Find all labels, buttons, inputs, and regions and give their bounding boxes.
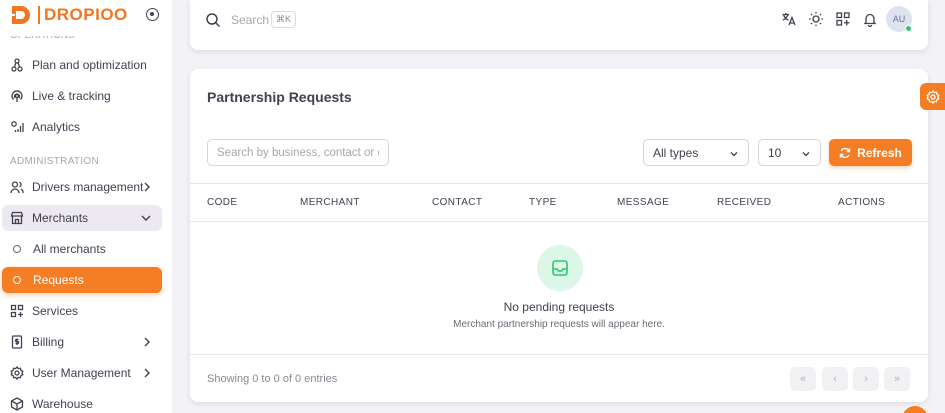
- empty-state-title: No pending requests: [503, 300, 615, 314]
- search-shortcut-badge: ⌘K: [271, 11, 297, 28]
- next-page-button[interactable]: ›: [853, 367, 879, 391]
- partnership-requests-card: Partnership Requests All types 10 Refres…: [190, 69, 928, 402]
- sidebar-item-label: Analytics: [32, 120, 81, 134]
- column-header-code[interactable]: CODE: [207, 197, 238, 208]
- refresh-icon: [839, 147, 851, 159]
- route-icon: [10, 58, 24, 72]
- invoice-icon: [10, 335, 24, 349]
- analytics-icon: [10, 120, 24, 134]
- sidebar-item-label: Warehouse: [32, 397, 93, 411]
- chevron-right-icon: [142, 367, 152, 382]
- sidebar: DROPIOO OPERATIONS Plan and optimization…: [0, 0, 172, 413]
- brand-separator: [38, 6, 40, 24]
- first-page-button[interactable]: «: [790, 367, 816, 391]
- live-signal-icon: [10, 89, 24, 103]
- chevron-right-icon: [142, 181, 152, 196]
- sidebar-item-user-management[interactable]: User Management: [2, 360, 162, 386]
- last-page-button[interactable]: »: [884, 367, 910, 391]
- chevron-down-icon: [729, 148, 739, 162]
- sidebar-item-label: Drivers management: [32, 180, 144, 194]
- empty-state-badge: [537, 245, 583, 291]
- sidebar-item-services[interactable]: Services: [2, 298, 162, 324]
- translate-icon[interactable]: [781, 11, 797, 27]
- apps-grid-icon[interactable]: [835, 11, 851, 27]
- request-search-input[interactable]: [207, 139, 389, 166]
- column-header-received[interactable]: RECEIVED: [717, 197, 771, 208]
- sidebar-item-label: Services: [32, 304, 79, 318]
- brand-logo[interactable]: DROPIOO: [9, 3, 128, 27]
- sidebar-item-label: Merchants: [32, 211, 89, 225]
- chevron-right-icon: [142, 336, 152, 351]
- sun-icon[interactable]: [808, 11, 824, 27]
- brand-name: DROPIOO: [44, 5, 128, 24]
- store-icon: [10, 211, 24, 225]
- settings-icon: [10, 366, 24, 380]
- bullet-icon: [13, 276, 21, 284]
- refresh-button[interactable]: Refresh: [829, 139, 912, 166]
- type-filter-select[interactable]: All types: [643, 139, 749, 166]
- users-icon: [10, 180, 24, 194]
- column-header-type[interactable]: TYPE: [529, 197, 557, 208]
- online-status-dot: [905, 25, 912, 32]
- global-search-input[interactable]: Search: [231, 13, 269, 27]
- sidebar-section-label-cut: OPERATIONS: [10, 36, 75, 41]
- sidebar-item-label: Plan and optimization: [32, 58, 147, 72]
- column-header-message[interactable]: MESSAGE: [617, 197, 669, 208]
- sidebar-item-plan-and-optimization[interactable]: Plan and optimization: [2, 52, 162, 78]
- column-header-merchant[interactable]: MERCHANT: [300, 197, 360, 208]
- sidebar-collapse-button[interactable]: [146, 8, 159, 21]
- sidebar-item-label: Requests: [33, 273, 84, 287]
- refresh-button-label: Refresh: [857, 145, 902, 160]
- sidebar-item-label: User Management: [32, 366, 131, 380]
- previous-page-button[interactable]: ‹: [822, 367, 848, 391]
- page-size-value: 10: [768, 145, 782, 160]
- sidebar-item-label: All merchants: [33, 242, 106, 256]
- inbox-icon: [552, 260, 568, 276]
- bullet-icon: [13, 245, 21, 253]
- table-footer: Showing 0 to 0 of 0 entries « ‹ › »: [190, 354, 928, 402]
- bell-icon[interactable]: [862, 11, 878, 28]
- sidebar-item-label: Live & tracking: [32, 89, 111, 103]
- customizer-toggle-button[interactable]: [920, 83, 945, 110]
- page-size-select[interactable]: 10: [758, 139, 821, 166]
- sidebar-item-billing[interactable]: Billing: [2, 329, 162, 355]
- chevron-down-icon: [140, 212, 152, 227]
- search-icon[interactable]: [205, 12, 221, 31]
- sidebar-item-warehouse[interactable]: Warehouse: [2, 391, 162, 413]
- sidebar-section-label: ADMINISTRATION: [10, 156, 100, 167]
- box-icon: [10, 397, 24, 411]
- sidebar-item-analytics[interactable]: Analytics: [2, 114, 162, 140]
- sidebar-item-merchants[interactable]: Merchants: [2, 205, 162, 231]
- sidebar-item-live-tracking[interactable]: Live & tracking: [2, 83, 162, 109]
- topbar: Search ⌘K AU: [190, 0, 928, 50]
- floating-action-button[interactable]: [902, 406, 928, 413]
- sidebar-item-label: Billing: [32, 335, 65, 349]
- column-header-actions: ACTIONS: [838, 197, 886, 208]
- sidebar-item-requests[interactable]: Requests: [2, 267, 162, 293]
- sidebar-item-all-merchants[interactable]: All merchants: [2, 236, 162, 262]
- entries-info: Showing 0 to 0 of 0 entries: [207, 373, 338, 385]
- chevron-down-icon: [801, 148, 811, 162]
- column-header-contact[interactable]: CONTACT: [432, 197, 482, 208]
- table-header: CODE MERCHANT CONTACT TYPE MESSAGE RECEI…: [190, 183, 928, 222]
- empty-state-subtitle: Merchant partnership requests will appea…: [453, 319, 665, 330]
- apps-icon: [10, 304, 24, 318]
- type-filter-value: All types: [653, 145, 699, 160]
- logo-icon: [10, 6, 30, 24]
- gear-icon: [925, 89, 940, 104]
- sidebar-item-drivers-management[interactable]: Drivers management: [2, 174, 162, 200]
- page-title: Partnership Requests: [207, 89, 352, 105]
